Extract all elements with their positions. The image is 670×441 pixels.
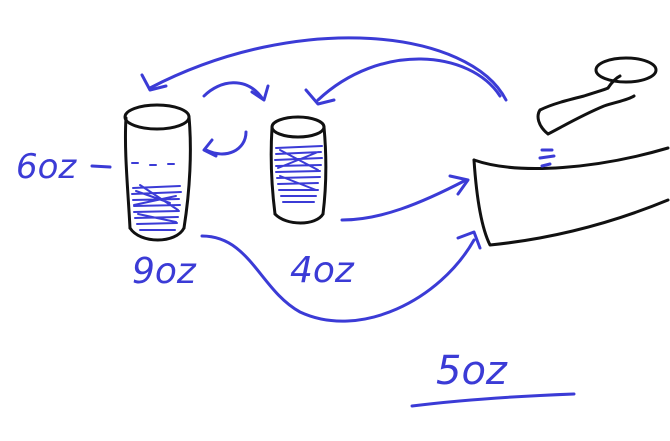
faucet	[536, 86, 636, 136]
jug-9oz	[123, 103, 192, 242]
jug-4oz-rim	[270, 115, 326, 139]
label-4oz: 4oz	[290, 250, 355, 291]
jug-4oz	[269, 115, 328, 225]
jug-4oz-left-side	[269, 126, 277, 216]
jug-4oz-right-side	[321, 125, 328, 216]
answer-underline	[410, 392, 576, 408]
label-9oz: 9oz	[132, 251, 197, 292]
jug-9oz-level-mark	[131, 162, 175, 166]
water-source	[472, 56, 670, 247]
basin-outline	[472, 158, 670, 247]
jug-9oz-left-side	[123, 116, 132, 230]
arrow-4oz-to-basin	[340, 174, 470, 222]
jug-4oz-bottom	[273, 212, 325, 225]
jug-9oz-right-side	[182, 115, 192, 230]
label-5oz-answer: 5oz	[436, 348, 508, 394]
level-pointer-dash	[90, 164, 112, 169]
faucet-handle	[594, 56, 658, 84]
arrow-4oz-to-9oz-small	[202, 130, 248, 158]
jug-9oz-rim	[123, 103, 191, 131]
arrow-9oz-to-4oz-top	[202, 81, 270, 102]
label-6oz: 6oz	[16, 147, 77, 187]
jug-9oz-water	[131, 184, 182, 231]
water-drip	[538, 148, 556, 168]
basin-top-edge	[472, 146, 670, 170]
whiteboard-canvas: 6oz 9oz 4oz 5oz	[0, 0, 670, 441]
jug-4oz-water	[274, 145, 323, 203]
arrow-source-to-9oz	[140, 36, 508, 102]
